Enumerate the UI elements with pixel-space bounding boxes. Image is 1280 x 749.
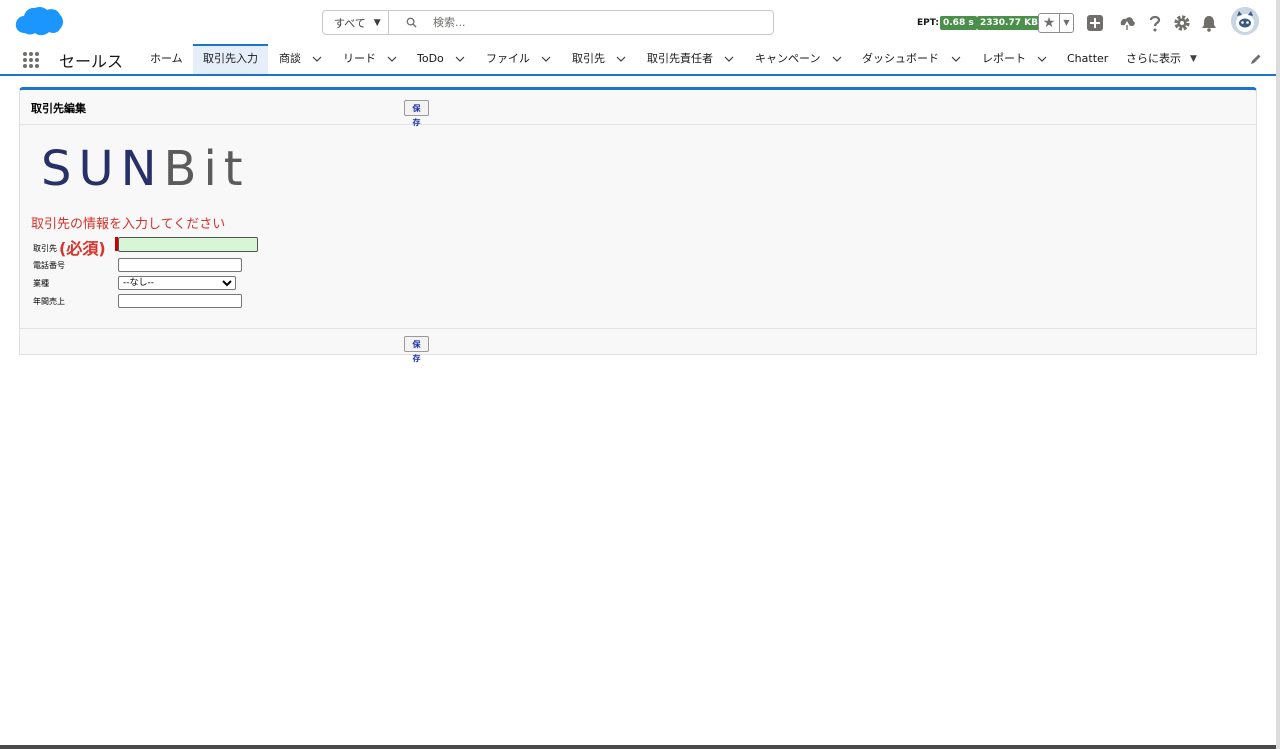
phone-label: 電話番号 [33, 261, 65, 270]
annual-revenue-input[interactable] [118, 294, 242, 308]
app-launcher-icon[interactable] [22, 51, 40, 69]
account-name-label: 取引先 [33, 244, 57, 253]
phone-input[interactable] [118, 258, 242, 272]
chevron-down-icon[interactable] [541, 54, 551, 64]
nav-item-contacts[interactable]: 取引先責任者 [647, 44, 737, 74]
notifications-bell-icon[interactable] [1199, 13, 1219, 33]
save-button-top[interactable]: 保存 [404, 100, 429, 127]
sunbit-logo: SUNBit [41, 141, 250, 197]
ept-time-badge: 0.68 s [940, 16, 977, 30]
nav-item-label: ファイル [486, 52, 530, 65]
industry-label: 業種 [33, 279, 49, 288]
caret-down-icon: ▼ [1190, 54, 1197, 64]
nav-item-label: さらに表示 [1126, 52, 1181, 65]
global-search: すべて ▼ [322, 10, 774, 35]
nav-item-opportunities[interactable]: 商談 [279, 44, 325, 74]
nav-item-label: 取引先責任者 [647, 52, 713, 65]
panel-header: 取引先編集 保存 [20, 90, 1256, 127]
favorites-star-icon[interactable]: ★ [1039, 14, 1060, 32]
nav-item-chatter[interactable]: Chatter [1067, 44, 1108, 74]
chevron-down-icon[interactable] [387, 54, 397, 64]
app-name: セールス [59, 52, 124, 71]
caret-down-icon: ▼ [373, 17, 381, 28]
search-input[interactable] [431, 15, 735, 30]
ept-size-badge: 2330.77 KB [977, 16, 1041, 30]
setup-gear-icon[interactable] [1172, 13, 1192, 33]
nav-item-label: Chatter [1067, 52, 1109, 65]
search-scope-label: すべて [334, 16, 366, 30]
chevron-down-icon[interactable] [951, 54, 961, 64]
global-header: すべて ▼ EPT: 0.68 s 2330.77 KB ★ ▼ [0, 0, 1276, 44]
chevron-down-icon[interactable] [1037, 54, 1047, 64]
logo-part-sun: SUN [41, 141, 164, 197]
account-name-input[interactable] [118, 237, 258, 252]
chevron-down-icon[interactable] [616, 54, 626, 64]
astro-avatar-icon [1231, 7, 1259, 35]
global-actions-add-icon[interactable] [1085, 13, 1105, 33]
search-icon [406, 17, 417, 28]
panel-body: SUNBit 取引先の情報を入力してください 取引先 (必須) 電話番号 業種 … [20, 125, 1256, 328]
annual-revenue-label: 年間売上 [33, 297, 65, 306]
trailhead-icon[interactable] [1117, 13, 1137, 33]
nav-item-leads[interactable]: リード [343, 44, 399, 74]
panel-footer: 保存 [20, 328, 1256, 363]
favorites-dropdown-icon[interactable]: ▼ [1060, 14, 1073, 32]
nav-item-accounts[interactable]: 取引先 [572, 44, 628, 74]
window-bottom-edge [0, 745, 1276, 749]
nav-item-files[interactable]: ファイル [486, 44, 552, 74]
nav-item-home[interactable]: ホーム [150, 44, 183, 74]
search-scope-dropdown[interactable]: すべて ▼ [323, 11, 389, 34]
nav-item-todo[interactable]: ToDo [417, 44, 467, 74]
nav-item-label: キャンペーン [755, 52, 821, 65]
nav-item-label: 取引先 [572, 52, 605, 65]
salesforce-logo-icon[interactable] [14, 5, 64, 41]
edit-nav-pencil-icon[interactable] [1250, 53, 1262, 65]
instruction-text: 取引先の情報を入力してください [31, 217, 226, 232]
window-right-edge [1276, 0, 1280, 749]
required-indicator: (必須) [59, 239, 106, 258]
nav-item-label: ダッシュボード [862, 52, 939, 65]
help-icon[interactable] [1145, 13, 1165, 33]
nav-item-label: ホーム [150, 52, 183, 65]
nav-item-dashboards[interactable]: ダッシュボード [862, 44, 962, 74]
favorites-group: ★ ▼ [1038, 13, 1074, 33]
nav-item-label: レポート [982, 52, 1026, 65]
search-box [389, 11, 773, 34]
chevron-down-icon[interactable] [724, 54, 734, 64]
ept-label: EPT: [917, 18, 939, 28]
nav-item-label: 商談 [279, 52, 301, 65]
chevron-down-icon[interactable] [832, 54, 842, 64]
nav-item-label: 取引先入力 [203, 52, 258, 65]
user-avatar[interactable] [1231, 7, 1259, 35]
chevron-down-icon[interactable] [312, 54, 322, 64]
nav-item-more[interactable]: さらに表示 ▼ [1126, 44, 1202, 74]
chevron-down-icon[interactable] [455, 54, 465, 64]
account-edit-panel: 取引先編集 保存 SUNBit 取引先の情報を入力してください 取引先 (必須)… [19, 87, 1257, 363]
nav-item-account-entry[interactable]: 取引先入力 [193, 44, 268, 74]
industry-select[interactable]: --なし-- [118, 276, 236, 290]
nav-item-reports[interactable]: レポート [982, 44, 1048, 74]
nav-item-label: リード [343, 52, 376, 65]
logo-part-bit: Bit [163, 141, 250, 197]
nav-item-campaigns[interactable]: キャンペーン [755, 44, 845, 74]
save-button-bottom[interactable]: 保存 [404, 336, 429, 363]
nav-item-label: ToDo [417, 52, 444, 65]
navigation-bar: セールス ホーム 取引先入力 商談 リード ToDo ファイル 取引先 取引先責… [0, 44, 1276, 76]
panel-title: 取引先編集 [31, 102, 86, 115]
